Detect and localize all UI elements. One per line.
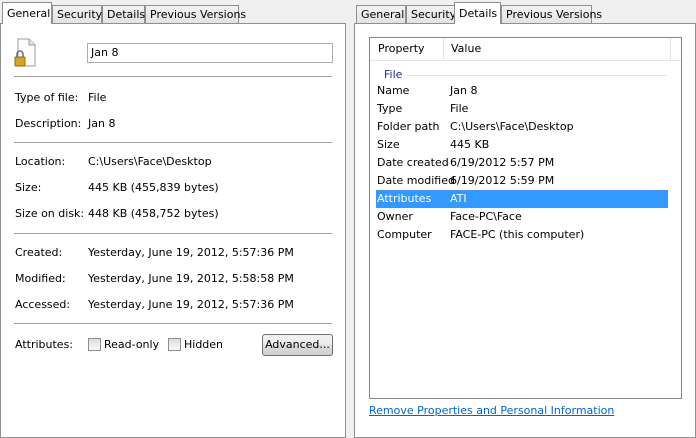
remove-properties-link[interactable]: Remove Properties and Personal Informati…	[369, 404, 614, 417]
list-header: Property Value	[370, 38, 681, 61]
accessed-value: Yesterday, June 19, 2012, 5:57:36 PM	[88, 298, 294, 311]
general-properties-dialog: General Security Details Previous Versio…	[0, 0, 346, 438]
general-panel: Jan 8 Type of file: File Description: Ja…	[0, 23, 346, 438]
details-properties-dialog: General Security Details Previous Versio…	[354, 0, 696, 438]
file-name-input[interactable]: Jan 8	[87, 43, 333, 63]
readonly-checkbox[interactable]	[88, 338, 101, 351]
separator	[14, 76, 332, 77]
property-name: Owner	[377, 210, 413, 223]
list-item[interactable]: Folder path C:\Users\Face\Desktop	[376, 118, 668, 136]
tab-details[interactable]: Details	[454, 2, 501, 24]
property-list[interactable]: Property Value File Name Jan 8 Type File…	[369, 37, 682, 399]
column-divider[interactable]	[670, 38, 671, 60]
details-panel: Property Value File Name Jan 8 Type File…	[354, 23, 696, 438]
hidden-label[interactable]: Hidden	[184, 338, 223, 351]
group-header-file: File	[384, 68, 403, 81]
property-name: Name	[377, 84, 410, 97]
list-item-selected[interactable]: Attributes ATI	[376, 190, 668, 208]
property-value: ATI	[450, 192, 467, 205]
property-value: File	[450, 102, 469, 115]
tab-general[interactable]: General	[2, 2, 52, 24]
size-label: Size:	[15, 181, 42, 194]
tab-general[interactable]: General	[356, 5, 406, 23]
type-value: File	[88, 91, 107, 104]
property-value: Face-PC\Face	[450, 210, 522, 223]
property-name: Date modified	[377, 174, 455, 187]
list-item[interactable]: Owner Face-PC\Face	[376, 208, 668, 226]
property-name: Type	[377, 102, 403, 115]
created-value: Yesterday, June 19, 2012, 5:57:36 PM	[88, 246, 294, 259]
location-label: Location:	[15, 155, 66, 168]
tab-previous-versions[interactable]: Previous Versions	[145, 5, 246, 23]
separator	[14, 142, 332, 143]
size-on-disk-value: 448 KB (458,752 bytes)	[88, 207, 219, 220]
advanced-button[interactable]: Advanced...	[262, 334, 333, 356]
tab-previous-versions[interactable]: Previous Versions	[501, 5, 602, 23]
attributes-label: Attributes:	[15, 338, 74, 351]
hidden-checkbox[interactable]	[168, 338, 181, 351]
column-divider[interactable]	[443, 38, 444, 60]
property-value: C:\Users\Face\Desktop	[450, 120, 574, 133]
size-value: 445 KB (455,839 bytes)	[88, 181, 219, 194]
group-divider	[407, 75, 667, 76]
modified-value: Yesterday, June 19, 2012, 5:58:58 PM	[88, 272, 294, 285]
property-value: 6/19/2012 5:59 PM	[450, 174, 555, 187]
list-item[interactable]: Date created 6/19/2012 5:57 PM	[376, 154, 668, 172]
property-value: Jan 8	[450, 84, 478, 97]
accessed-label: Accessed:	[15, 298, 71, 311]
list-item[interactable]: Computer FACE-PC (this computer)	[376, 226, 668, 244]
property-name: Computer	[377, 228, 432, 241]
property-name: Folder path	[377, 120, 440, 133]
description-label: Description:	[15, 117, 82, 130]
description-value: Jan 8	[88, 117, 116, 130]
separator	[14, 323, 332, 324]
locked-file-icon	[14, 38, 36, 67]
list-item[interactable]: Name Jan 8	[376, 82, 668, 100]
list-item[interactable]: Type File	[376, 100, 668, 118]
tab-details[interactable]: Details	[102, 5, 145, 23]
list-item[interactable]: Date modified 6/19/2012 5:59 PM	[376, 172, 668, 190]
tab-security[interactable]: Security	[406, 5, 456, 23]
column-header-property[interactable]: Property	[378, 42, 425, 55]
property-value: 445 KB	[450, 138, 490, 151]
created-label: Created:	[15, 246, 63, 259]
property-name: Date created	[377, 156, 449, 169]
readonly-label[interactable]: Read-only	[104, 338, 159, 351]
property-name: Size	[377, 138, 400, 151]
size-on-disk-label: Size on disk:	[15, 207, 85, 220]
column-header-value[interactable]: Value	[451, 42, 481, 55]
type-label: Type of file:	[15, 91, 79, 104]
separator	[14, 233, 332, 234]
modified-label: Modified:	[15, 272, 66, 285]
property-value: FACE-PC (this computer)	[450, 228, 585, 241]
location-value: C:\Users\Face\Desktop	[88, 155, 212, 168]
list-item[interactable]: Size 445 KB	[376, 136, 668, 154]
tab-security[interactable]: Security	[52, 5, 102, 23]
property-name: Attributes	[377, 192, 432, 205]
property-value: 6/19/2012 5:57 PM	[450, 156, 555, 169]
